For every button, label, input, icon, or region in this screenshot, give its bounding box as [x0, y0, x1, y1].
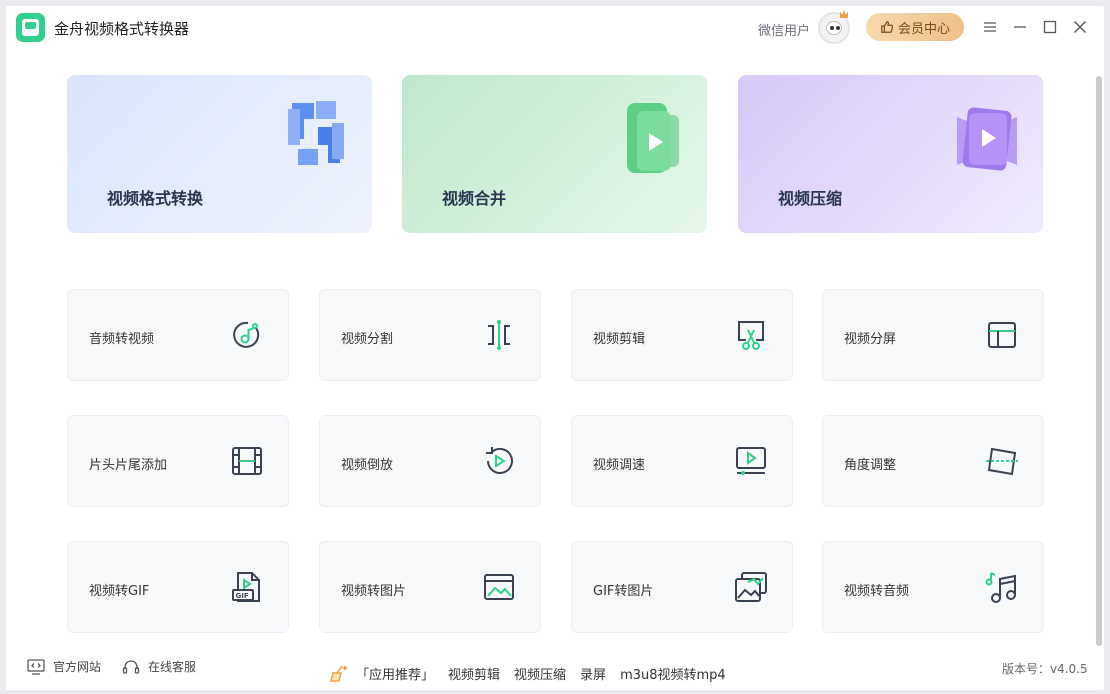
format-convert-icon	[288, 101, 344, 165]
headset-icon	[122, 659, 140, 674]
image-icon	[484, 574, 514, 600]
app-title: 金舟视频格式转换器	[54, 20, 190, 38]
vip-center-button[interactable]: 会员中心	[866, 13, 964, 41]
gif-to-image-icon	[735, 572, 767, 602]
title-bar: 金舟视频格式转换器 微信用户 会员中心	[6, 6, 1104, 50]
close-icon	[1074, 21, 1086, 33]
svg-text:GIF: GIF	[236, 592, 249, 600]
video-edit-scissors-icon	[738, 321, 764, 350]
official-website-link[interactable]: 官方网站	[27, 658, 101, 675]
app-recommend-bar: 「应用推荐」 视频剪辑 视频压缩 录屏 m3u8视频转mp4	[328, 662, 726, 684]
split-screen-icon	[988, 322, 1016, 348]
recommend-link-video-edit[interactable]: 视频剪辑	[448, 664, 500, 683]
reverse-play-icon	[486, 447, 513, 474]
video-merge-icon	[627, 103, 679, 173]
tool-intro-outro[interactable]: 片头片尾添加	[67, 415, 289, 507]
tool-angle-adjust[interactable]: 角度调整	[822, 415, 1044, 507]
hero-card-format-convert[interactable]: 视频格式转换	[67, 75, 372, 233]
tool-label: 视频剪辑	[593, 332, 646, 347]
app-window: 金舟视频格式转换器 微信用户 会员中心 视频格式转换 视频合并 视频压缩 音频转…	[6, 6, 1104, 690]
rotate-angle-icon	[986, 447, 1018, 476]
tool-split-screen[interactable]: 视频分屏	[822, 289, 1044, 381]
tool-label: 视频转音频	[844, 584, 910, 599]
recommend-label: 「应用推荐」	[356, 667, 435, 683]
recommend-link-m3u8-to-mp4[interactable]: m3u8视频转mp4	[620, 664, 726, 683]
tool-video-to-image[interactable]: 视频转图片	[319, 541, 541, 633]
gif-file-icon: GIF	[232, 572, 260, 602]
recommend-link-video-compress[interactable]: 视频压缩	[514, 664, 566, 683]
tool-video-split[interactable]: 视频分割	[319, 289, 541, 381]
recommend-link-screen-record[interactable]: 录屏	[580, 664, 606, 683]
tool-video-to-gif[interactable]: 视频转GIF GIF	[67, 541, 289, 633]
speed-monitor-icon	[736, 447, 766, 475]
version-label: 版本号：v4.0.5	[1002, 662, 1088, 676]
menu-icon	[984, 22, 996, 32]
broom-sparkle-icon	[330, 665, 348, 682]
tool-label: 视频分屏	[844, 332, 897, 347]
audio-to-video-icon	[233, 321, 260, 348]
vip-center-label: 会员中心	[897, 21, 950, 37]
monitor-code-icon	[27, 658, 45, 675]
hero-card-video-merge[interactable]: 视频合并	[402, 75, 707, 233]
scrollbar[interactable]	[1096, 76, 1102, 646]
minimize-icon	[1014, 26, 1026, 28]
tool-label: 视频转图片	[341, 584, 407, 599]
tool-video-to-audio[interactable]: 视频转音频	[822, 541, 1044, 633]
tool-label: 视频转GIF	[89, 584, 150, 599]
minimize-button[interactable]	[1009, 16, 1031, 38]
user-name[interactable]: 微信用户	[758, 20, 810, 39]
music-note-icon	[985, 572, 1016, 603]
tool-label: 视频调速	[593, 458, 646, 473]
app-logo-icon	[16, 13, 45, 42]
tool-audio-to-video[interactable]: 音频转视频	[67, 289, 289, 381]
maximize-button[interactable]	[1039, 16, 1061, 38]
tool-label: 视频分割	[341, 332, 394, 347]
tool-label: 音频转视频	[89, 332, 155, 347]
hero-card-label: 视频格式转换	[107, 189, 204, 208]
maximize-icon	[1043, 20, 1057, 34]
tool-label: GIF转图片	[593, 584, 654, 599]
tool-label: 片头片尾添加	[89, 458, 168, 473]
tool-gif-to-image[interactable]: GIF转图片	[571, 541, 793, 633]
tool-label: 角度调整	[844, 458, 897, 473]
video-compress-icon	[957, 107, 1017, 171]
avatar[interactable]	[818, 10, 850, 44]
film-strip-icon	[232, 447, 262, 475]
menu-button[interactable]	[979, 16, 1001, 38]
online-support-label: 在线客服	[148, 660, 197, 674]
hero-card-label: 视频合并	[442, 189, 507, 208]
tool-label: 视频倒放	[341, 458, 394, 473]
thumbs-up-icon	[881, 21, 894, 33]
online-support-link[interactable]: 在线客服	[122, 658, 196, 675]
close-button[interactable]	[1069, 16, 1091, 38]
hero-card-video-compress[interactable]: 视频压缩	[738, 75, 1043, 233]
tool-video-edit[interactable]: 视频剪辑	[571, 289, 793, 381]
video-split-icon	[488, 320, 510, 350]
tool-video-reverse[interactable]: 视频倒放	[319, 415, 541, 507]
tool-video-speed[interactable]: 视频调速	[571, 415, 793, 507]
hero-card-label: 视频压缩	[778, 189, 843, 208]
official-website-label: 官方网站	[53, 660, 102, 674]
